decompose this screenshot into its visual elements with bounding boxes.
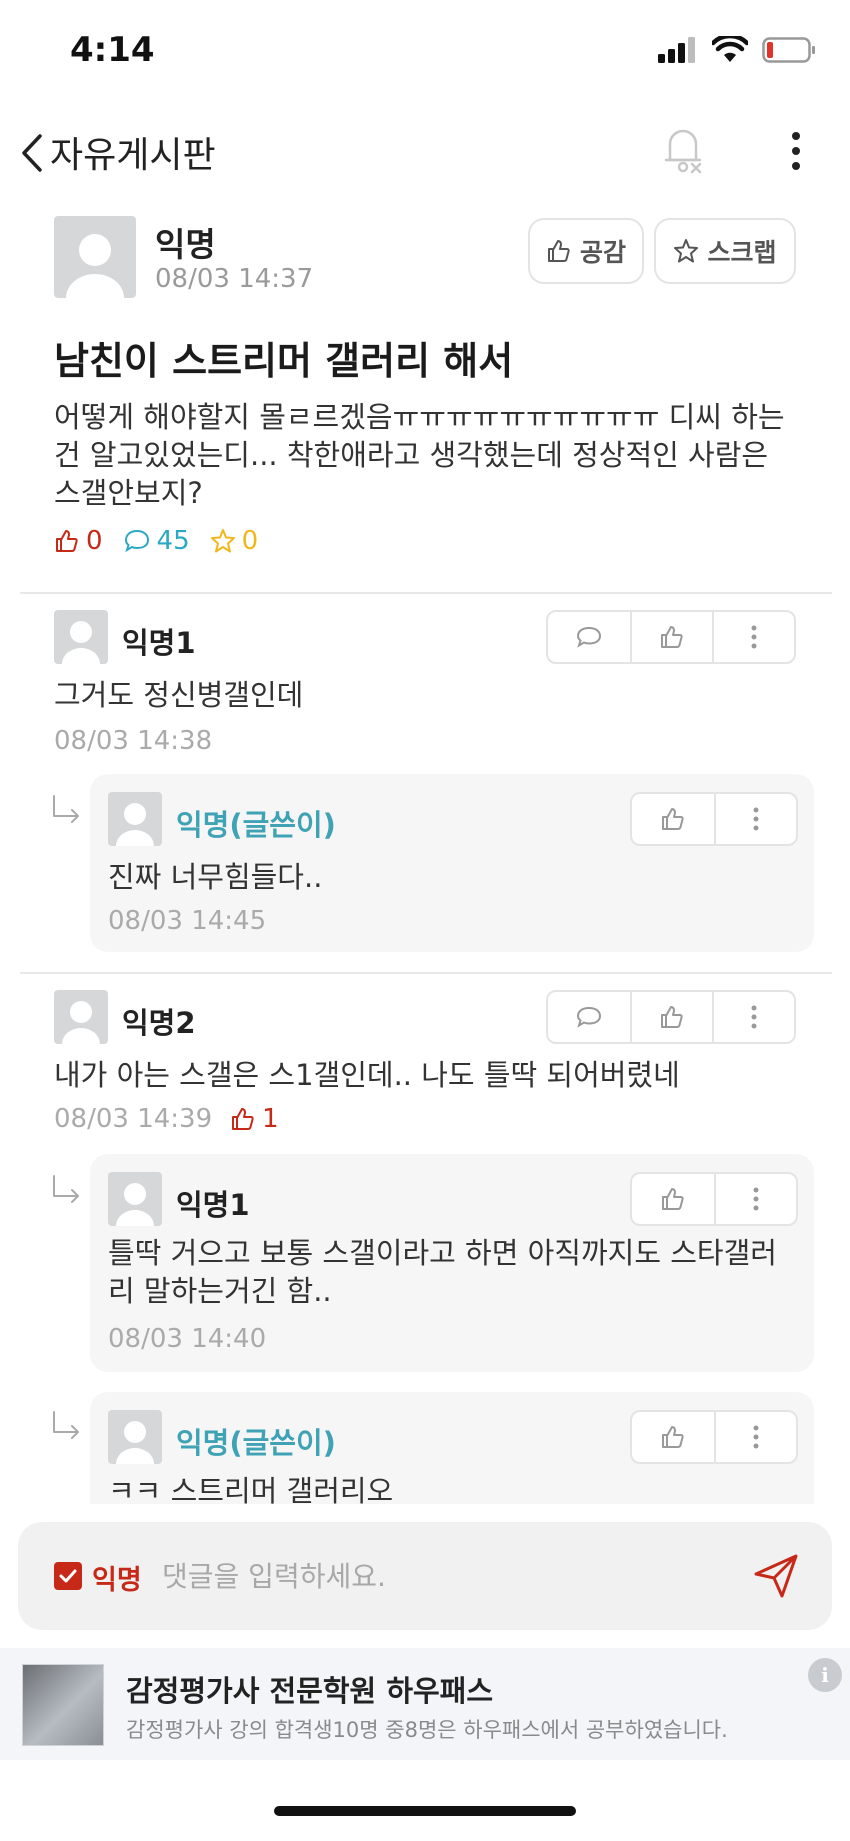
more-options-icon[interactable] — [778, 126, 814, 176]
thumbs-up-icon — [661, 1006, 683, 1028]
comment-text: 틀딱 거으고 보통 스갤이라고 하면 아직까지도 스타갤러리 말하는거긴 함.. — [108, 1236, 777, 1308]
thumbs-up-icon — [232, 1108, 254, 1130]
comment-author: 익명1 — [176, 1188, 250, 1222]
post-author-avatar — [54, 216, 136, 298]
comment-text: 진짜 너무힘들다.. — [108, 860, 323, 894]
comment-avatar — [108, 792, 162, 846]
comment-date: 08/03 14:40 — [108, 1324, 267, 1354]
comment-like-button[interactable] — [632, 1174, 714, 1224]
more-options-icon — [753, 807, 759, 831]
reply-button[interactable] — [548, 612, 630, 662]
comment-actions — [630, 1172, 798, 1226]
status-time: 4:14 — [70, 30, 155, 70]
more-options-icon — [753, 1187, 759, 1211]
post-like-button[interactable]: 공감 — [528, 218, 644, 284]
comment-author-op: 익명(글쓴이) — [176, 1426, 336, 1460]
ad-title: 감정평가사 전문학원 하우패스 — [126, 1674, 494, 1708]
checkmark-icon — [59, 1569, 77, 1583]
comment-more-button[interactable] — [714, 1174, 796, 1224]
battery-icon — [762, 37, 815, 63]
comment-more-button[interactable] — [712, 992, 794, 1042]
comment-text: 내가 아는 스갤은 스1갤인데.. 나도 틀딱 되어버렸네 — [54, 1058, 680, 1092]
comment-like-button[interactable] — [630, 612, 712, 662]
comment-text-clip: ㅋㅋ 스트리머 갤러리오 — [108, 1472, 808, 1504]
divider — [20, 972, 832, 974]
star-outline-icon — [674, 239, 699, 263]
home-indicator — [274, 1806, 576, 1816]
wifi-icon — [712, 36, 748, 62]
post-scrap-label: 스크랩 — [707, 238, 777, 267]
comment-avatar — [108, 1410, 162, 1464]
comment-actions — [630, 1410, 798, 1464]
comment-actions — [546, 610, 796, 664]
notification-off-bell-icon[interactable] — [658, 122, 708, 178]
reply-arrow-icon — [53, 1411, 79, 1439]
comment-bubble-icon — [124, 529, 149, 553]
ad-banner[interactable]: 감정평가사 전문학원 하우패스 감정평가사 강의 합격생10명 중8명은 하우패… — [0, 1648, 850, 1760]
thumbs-up-icon — [662, 808, 684, 830]
comment-more-button[interactable] — [712, 612, 794, 662]
thumbs-up-icon — [547, 240, 570, 262]
comment-date: 08/03 14:39 1 — [54, 1104, 279, 1134]
post-like-label: 공감 — [579, 238, 626, 267]
nav-bar: 자유게시판 — [0, 110, 850, 190]
comment-actions — [630, 792, 798, 846]
comment-actions — [546, 990, 796, 1044]
divider — [20, 592, 832, 594]
comment-text: 그거도 정신병갤인데 — [54, 678, 304, 712]
status-bar: 4:14 — [0, 0, 850, 110]
ad-description: 감정평가사 강의 합격생10명 중8명은 하우패스에서 공부하였습니다. — [126, 1718, 728, 1742]
anonymous-label[interactable]: 익명 — [92, 1558, 142, 1597]
post-title: 남친이 스트리머 갤러리 해서 — [54, 339, 514, 383]
comment-bubble-icon — [576, 626, 602, 648]
post-date: 08/03 14:37 — [155, 264, 314, 294]
more-options-icon — [753, 1425, 759, 1449]
back-chevron-icon[interactable] — [14, 128, 54, 178]
thumbs-up-icon — [662, 1188, 684, 1210]
post-scrap-button[interactable]: 스크랩 — [654, 218, 796, 284]
comment-like-button[interactable] — [630, 992, 712, 1042]
comment-like-button[interactable] — [632, 794, 714, 844]
reply-button[interactable] — [548, 992, 630, 1042]
cellular-signal-icon — [658, 37, 695, 63]
comment-more-button[interactable] — [714, 794, 796, 844]
comment-date: 08/03 14:45 — [108, 906, 267, 936]
anonymous-checkbox[interactable] — [54, 1562, 82, 1590]
post-body: 어떻게 해야할지 몰ㄹ르겠음ㅠㅠㅠㅠㅠㅠㅠㅠㅠㅠ 디씨 하는 건 알고있었는디.… — [54, 400, 785, 510]
comment-author: 익명1 — [122, 626, 196, 660]
thumbs-up-icon — [662, 1426, 684, 1448]
comment-more-button[interactable] — [714, 1412, 796, 1462]
comment-author-op: 익명(글쓴이) — [176, 808, 336, 842]
comment-like-button[interactable] — [632, 1412, 714, 1462]
send-icon[interactable] — [752, 1552, 800, 1600]
post-comment-count: 45 — [123, 526, 190, 556]
comment-author: 익명2 — [122, 1006, 196, 1040]
comment-avatar — [54, 990, 108, 1044]
ad-thumbnail — [22, 1664, 104, 1746]
comment-avatar — [54, 610, 108, 664]
post-stats: 0 45 0 — [54, 526, 258, 556]
post-scrap-count: 0 — [210, 526, 258, 556]
star-outline-icon — [210, 529, 235, 553]
comment-date: 08/03 14:38 — [54, 726, 213, 756]
comment-bubble-icon — [576, 1006, 602, 1028]
comment-text: ㅋㅋ 스트리머 갤러리오 — [108, 1474, 394, 1504]
post-author: 익명 — [155, 225, 216, 264]
reply-arrow-icon — [53, 795, 79, 823]
more-options-icon — [751, 1005, 757, 1029]
comment-avatar — [108, 1172, 162, 1226]
thumbs-up-icon — [56, 530, 78, 552]
post-like-count: 0 — [54, 526, 103, 556]
comment-input-bar: 익명 — [18, 1522, 832, 1630]
more-options-icon — [751, 625, 757, 649]
thumbs-up-icon — [661, 626, 683, 648]
comment-input[interactable] — [162, 1550, 722, 1602]
reply-arrow-icon — [53, 1175, 79, 1203]
comment-vote-count: 1 — [230, 1104, 279, 1134]
ad-info-icon[interactable]: i — [808, 1658, 842, 1692]
status-icons — [658, 36, 816, 64]
page-title: 자유게시판 — [50, 135, 216, 176]
